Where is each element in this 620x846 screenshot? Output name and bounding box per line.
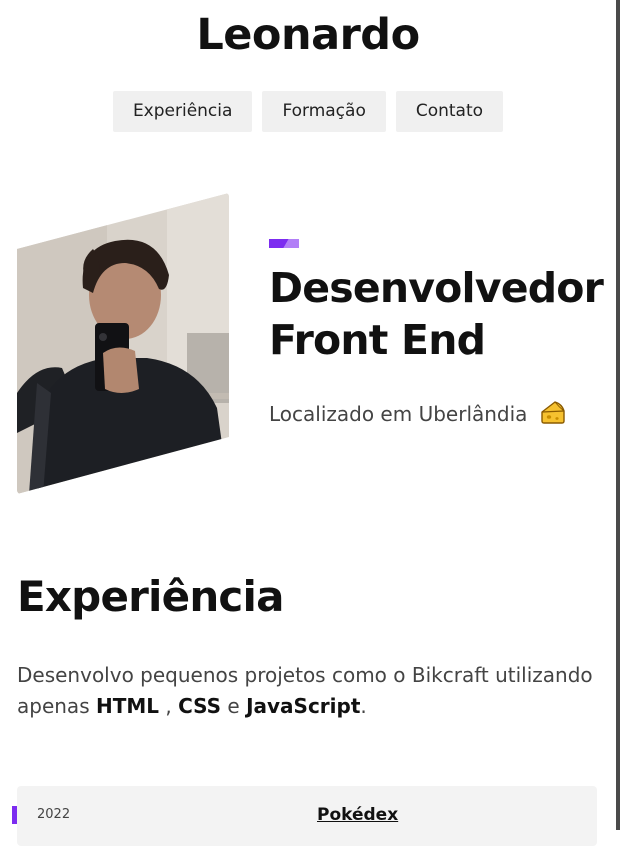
location-text: Localizado em Uberlândia — [269, 402, 528, 426]
experience-section-title: Experiência — [17, 572, 284, 621]
experience-text-after: . — [360, 694, 367, 718]
tech-html: HTML — [95, 694, 159, 718]
main-nav: Experiência Formação Contato — [0, 91, 616, 132]
project-card — [17, 786, 597, 846]
hero-title-line2: Front End — [269, 316, 486, 364]
tech-javascript: JavaScript — [246, 694, 361, 718]
nav-link-contato[interactable]: Contato — [395, 91, 504, 132]
profile-photo — [17, 193, 229, 494]
project-year: 2022 — [37, 807, 71, 822]
site-title: Leonardo — [196, 10, 420, 60]
project-link-pokedex[interactable]: Pokédex — [317, 803, 398, 827]
cheese-icon — [540, 399, 566, 433]
tech-separator-2: e — [221, 694, 247, 718]
nav-link-experiencia[interactable]: Experiência — [112, 91, 253, 132]
tech-separator-1: , — [159, 694, 179, 718]
hero-accent-bar — [269, 239, 299, 248]
tech-css: CSS — [178, 694, 222, 718]
window-edge — [616, 0, 620, 830]
hero-title-line1: Desenvolvedor — [269, 264, 604, 312]
project-card-marker — [12, 806, 17, 824]
nav-link-formacao[interactable]: Formação — [262, 91, 386, 132]
hero-location: Localizado em Uberlândia — [269, 399, 566, 433]
hero-title: Desenvolvedor Front End — [269, 262, 614, 366]
experience-description: Desenvolvo pequenos projetos como o Bikc… — [17, 660, 597, 722]
